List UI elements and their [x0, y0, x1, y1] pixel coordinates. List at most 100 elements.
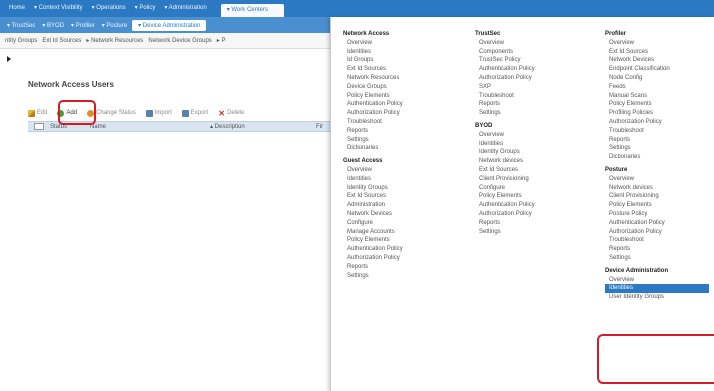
nav-administration[interactable]: ▾ Administration — [155, 0, 206, 17]
trustsec-authentication-policy[interactable]: Authentication Policy — [475, 65, 535, 74]
subnav-profiler[interactable]: ▾ Profiler — [64, 22, 95, 29]
tab-ext-id-sources[interactable]: Ext Id Sources — [37, 38, 81, 44]
network-access-id-groups[interactable]: Id Groups — [343, 56, 403, 65]
section-network-access[interactable]: Network Access — [343, 30, 403, 39]
guest-access-identity-groups[interactable]: Identity Groups — [343, 184, 403, 193]
trustsec-components[interactable]: Components — [475, 48, 535, 57]
nav-home[interactable]: Home — [0, 0, 25, 17]
profiler-policy-elements[interactable]: Policy Elements — [605, 100, 709, 109]
device-admin-user-identity-groups[interactable]: User Identity Groups — [605, 293, 709, 302]
nav-work-centers[interactable]: ▾ Work Centers — [220, 4, 284, 17]
posture-settings[interactable]: Settings — [605, 254, 709, 263]
guest-access-authorization-policy[interactable]: Authorization Policy — [343, 254, 403, 263]
network-access-overview[interactable]: Overview — [343, 39, 403, 48]
posture-posture-policy[interactable]: Posture Policy — [605, 210, 709, 219]
device-admin-overview[interactable]: Overview — [605, 276, 709, 285]
byod-settings[interactable]: Settings — [475, 228, 535, 237]
network-access-authentication-policy[interactable]: Authentication Policy — [343, 100, 403, 109]
network-access-network-resources[interactable]: Network Resources — [343, 74, 403, 83]
profiler-overview[interactable]: Overview — [605, 39, 709, 48]
byod-ext-id-sources[interactable]: Ext Id Sources — [475, 166, 535, 175]
guest-access-policy-elements[interactable]: Policy Elements — [343, 236, 403, 245]
byod-authentication-policy[interactable]: Authentication Policy — [475, 201, 535, 210]
network-access-device-groups[interactable]: Device Groups — [343, 83, 403, 92]
guest-access-identities[interactable]: Identities — [343, 175, 403, 184]
section-trustsec[interactable]: TrustSec — [475, 30, 535, 39]
profiler-authorization-policy[interactable]: Authorization Policy — [605, 118, 709, 127]
byod-client-provisioning[interactable]: Client Provisioning — [475, 175, 535, 184]
guest-access-ext-id-sources[interactable]: Ext Id Sources — [343, 192, 403, 201]
subnav-posture[interactable]: ▾ Posture — [95, 22, 127, 29]
tab-network-device-groups[interactable]: Network Device Groups — [143, 38, 211, 44]
profiler-dictionaries[interactable]: Dictionaries — [605, 153, 709, 162]
profiler-manual-scans[interactable]: Manual Scans — [605, 92, 709, 101]
select-all-checkbox[interactable] — [34, 123, 44, 130]
nav-policy[interactable]: ▾ Policy — [126, 0, 156, 17]
trustsec-policy[interactable]: TrustSec Policy — [475, 56, 535, 65]
section-guest-access[interactable]: Guest Access — [343, 157, 403, 166]
export-button[interactable]: Export — [181, 109, 208, 117]
posture-network-devices[interactable]: Network devices — [605, 184, 709, 193]
byod-configure[interactable]: Configure — [475, 184, 535, 193]
tab-identity-groups[interactable]: ntity Groups — [0, 38, 37, 44]
device-admin-identities[interactable]: Identities — [605, 284, 709, 294]
trustsec-troubleshoot[interactable]: Troubleshoot — [475, 92, 535, 101]
trustsec-reports[interactable]: Reports — [475, 100, 535, 109]
guest-access-administration[interactable]: Administration — [343, 201, 403, 210]
network-access-policy-elements[interactable]: Policy Elements — [343, 92, 403, 101]
posture-authorization-policy[interactable]: Authorization Policy — [605, 228, 709, 237]
trustsec-sxp[interactable]: SXP — [475, 83, 535, 92]
nav-context-visibility[interactable]: ▾ Context Visibility — [25, 0, 83, 17]
profiler-feeds[interactable]: Feeds — [605, 83, 709, 92]
edit-button[interactable]: Edit — [28, 109, 47, 117]
byod-network-devices[interactable]: Network devices — [475, 157, 535, 166]
posture-client-provisioning[interactable]: Client Provisioning — [605, 192, 709, 201]
trustsec-overview[interactable]: Overview — [475, 39, 535, 48]
guest-access-authentication-policy[interactable]: Authentication Policy — [343, 245, 403, 254]
network-access-ext-id-sources[interactable]: Ext Id Sources — [343, 65, 403, 74]
byod-policy-elements[interactable]: Policy Elements — [475, 192, 535, 201]
column-description[interactable]: ▴ Description — [210, 123, 316, 130]
section-profiler[interactable]: Profiler — [605, 30, 709, 39]
byod-identity-groups[interactable]: Identity Groups — [475, 148, 535, 157]
byod-reports[interactable]: Reports — [475, 219, 535, 228]
network-access-authorization-policy[interactable]: Authorization Policy — [343, 109, 403, 118]
posture-troubleshoot[interactable]: Troubleshoot — [605, 236, 709, 245]
byod-authorization-policy[interactable]: Authorization Policy — [475, 210, 535, 219]
guest-access-reports[interactable]: Reports — [343, 263, 403, 272]
guest-access-manage-accounts[interactable]: Manage Accounts — [343, 228, 403, 237]
trustsec-authorization-policy[interactable]: Authorization Policy — [475, 74, 535, 83]
guest-access-network-devices[interactable]: Network Devices — [343, 210, 403, 219]
guest-access-settings[interactable]: Settings — [343, 272, 403, 281]
trustsec-settings[interactable]: Settings — [475, 109, 535, 118]
guest-access-configure[interactable]: Configure — [343, 219, 403, 228]
network-access-troubleshoot[interactable]: Troubleshoot — [343, 118, 403, 127]
profiler-node-config[interactable]: Node Config — [605, 74, 709, 83]
profiler-ext-id-sources[interactable]: Ext Id Sources — [605, 48, 709, 57]
network-access-settings[interactable]: Settings — [343, 136, 403, 145]
profiler-troubleshoot[interactable]: Troubleshoot — [605, 127, 709, 136]
byod-overview[interactable]: Overview — [475, 131, 535, 140]
profiler-reports[interactable]: Reports — [605, 136, 709, 145]
section-posture[interactable]: Posture — [605, 166, 709, 175]
posture-authentication-policy[interactable]: Authentication Policy — [605, 219, 709, 228]
collapse-arrow-icon[interactable] — [7, 56, 11, 62]
column-name[interactable]: Name — [90, 124, 210, 130]
profiler-network-devices[interactable]: Network Devices — [605, 56, 709, 65]
subnav-device-administration[interactable]: ▾ Device Administration — [132, 19, 207, 31]
guest-access-overview[interactable]: Overview — [343, 166, 403, 175]
nav-operations[interactable]: ▾ Operations — [83, 0, 126, 17]
delete-button[interactable]: ✕ Delete — [218, 109, 244, 117]
profiler-settings[interactable]: Settings — [605, 144, 709, 153]
network-access-identities[interactable]: Identities — [343, 48, 403, 57]
byod-identities[interactable]: Identities — [475, 140, 535, 149]
posture-policy-elements[interactable]: Policy Elements — [605, 201, 709, 210]
posture-overview[interactable]: Overview — [605, 175, 709, 184]
import-button[interactable]: Import — [145, 109, 172, 117]
subnav-byod[interactable]: ▾ BYOD — [35, 22, 64, 29]
tab-network-resources[interactable]: ▸ Network Resources — [81, 37, 143, 44]
column-first-name[interactable]: Fir — [316, 124, 323, 130]
section-device-administration[interactable]: Device Administration — [605, 267, 709, 276]
posture-reports[interactable]: Reports — [605, 245, 709, 254]
profiler-profiling-policies[interactable]: Profiling Policies — [605, 109, 709, 118]
